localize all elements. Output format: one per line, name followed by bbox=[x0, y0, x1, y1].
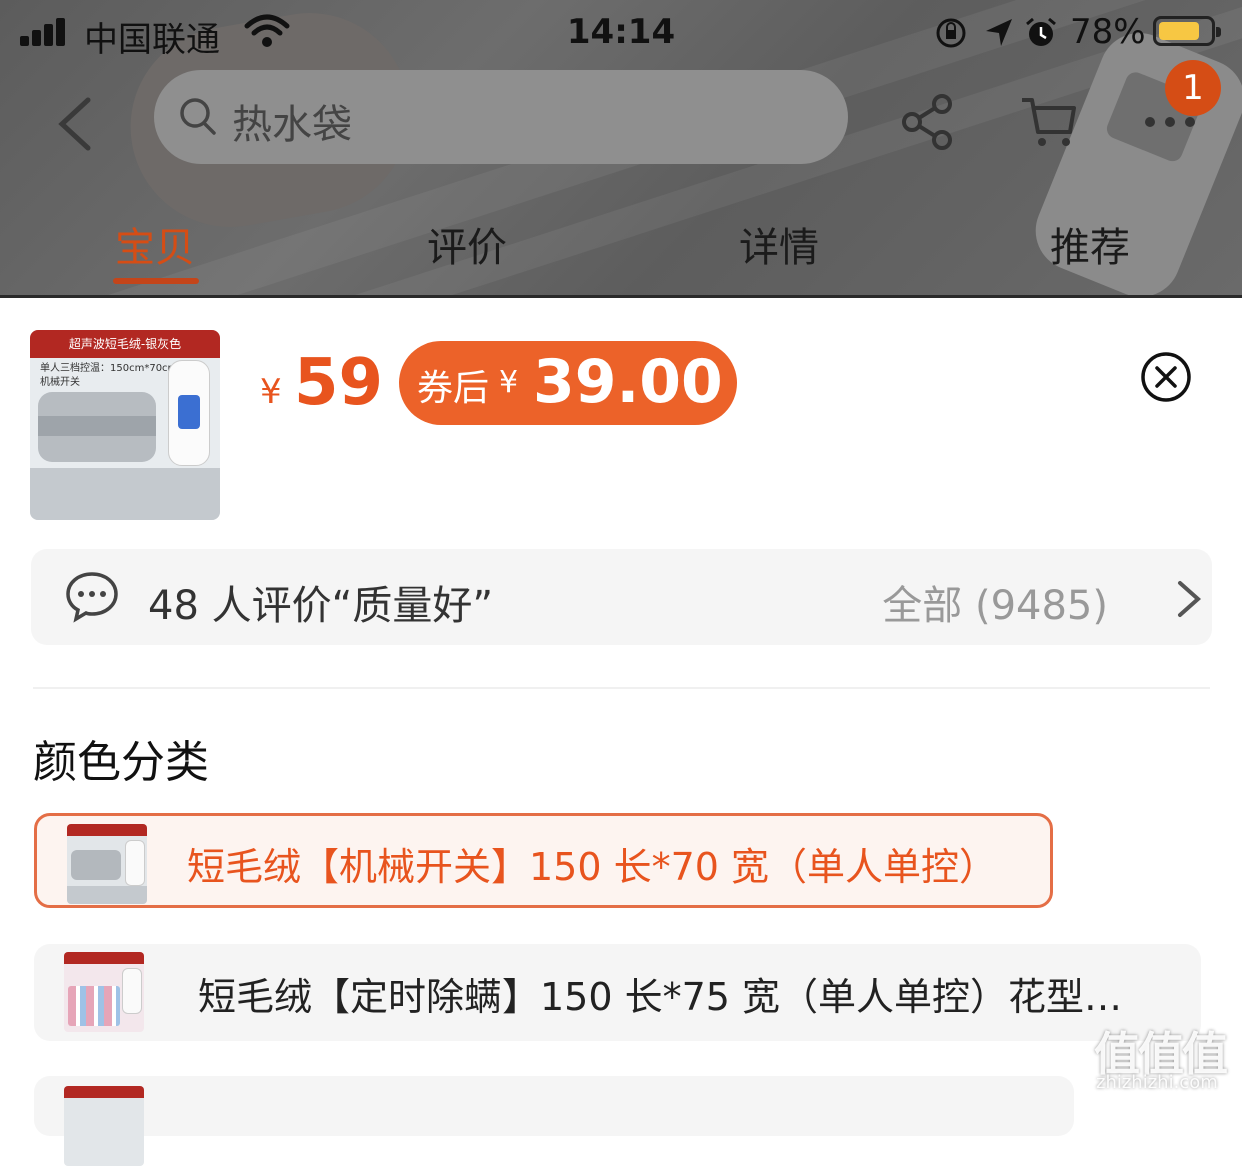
color-option-2[interactable]: 短毛绒【定时除螨】150 长*75 宽（单人单控）花型… bbox=[34, 944, 1201, 1041]
review-summary-bar[interactable]: 48 人评价“质量好” 全部 (9485) bbox=[31, 549, 1212, 645]
location-arrow-icon bbox=[986, 19, 1012, 46]
option-thumbnail bbox=[64, 952, 144, 1032]
tab-details[interactable]: 详情 bbox=[739, 215, 819, 273]
search-placeholder: 热水袋 bbox=[232, 102, 352, 148]
tab-baobei[interactable]: 宝贝 bbox=[115, 215, 195, 273]
price-currency: ¥ bbox=[260, 372, 282, 412]
option-label: 短毛绒【定时除螨】150 长*75 宽（单人单控）花型… bbox=[198, 975, 1123, 1019]
section-title-color: 颜色分类 bbox=[33, 737, 209, 788]
watermark-url: zhizhizhi.com bbox=[1096, 1072, 1218, 1093]
search-icon bbox=[180, 98, 216, 135]
product-thumbnail[interactable]: 超声波短毛绒-银灰色 单人三档控温：150cm*70cm 机械开关 bbox=[30, 330, 220, 520]
option-label: 短毛绒【机械开关】150 长*70 宽（单人单控） bbox=[187, 845, 998, 889]
chevron-right-icon bbox=[1178, 581, 1202, 617]
review-highlight: 48 人评价“质量好” bbox=[148, 583, 494, 629]
coupon-price-badge: 券后 ¥ 39.00 bbox=[399, 341, 737, 425]
share-icon[interactable] bbox=[898, 92, 958, 152]
color-option-3[interactable] bbox=[34, 1076, 1074, 1166]
all-reviews-count: 全部 (9485) bbox=[882, 583, 1108, 629]
active-tab-indicator bbox=[113, 278, 199, 284]
thumb-caption-switch: 机械开关 bbox=[40, 377, 80, 388]
back-arrow-icon[interactable] bbox=[52, 96, 102, 152]
search-bar[interactable]: 热水袋 bbox=[154, 70, 848, 164]
tab-recommend[interactable]: 推荐 bbox=[1050, 215, 1130, 273]
divider bbox=[33, 687, 1210, 689]
section-tabs: 宝贝 评价 详情 推荐 bbox=[0, 215, 1242, 285]
coupon-label: 券后 bbox=[417, 368, 490, 409]
cart-icon[interactable] bbox=[1018, 92, 1078, 152]
battery-percent: 78% bbox=[1070, 12, 1146, 52]
battery-icon bbox=[1153, 16, 1221, 46]
thumb-banner: 超声波短毛绒-银灰色 bbox=[30, 330, 220, 358]
orientation-lock-icon bbox=[936, 18, 966, 48]
thumb-caption-size: 单人三档控温：150cm*70cm bbox=[40, 363, 178, 374]
chat-bubble-icon bbox=[66, 572, 118, 623]
watermark: 值值值 zhizhizhi.com bbox=[1090, 1018, 1240, 1098]
price: 59 bbox=[294, 346, 384, 420]
coupon-price: 39.00 bbox=[533, 347, 723, 417]
cart-count-badge: 1 bbox=[1165, 60, 1221, 116]
option-thumbnail bbox=[64, 1086, 144, 1166]
color-option-1[interactable]: 短毛绒【机械开关】150 长*70 宽（单人单控） bbox=[34, 813, 1053, 908]
status-bar: 中国联通 14:14 78% bbox=[0, 0, 1242, 64]
coupon-currency: ¥ bbox=[499, 365, 519, 400]
tab-reviews[interactable]: 评价 bbox=[427, 215, 507, 273]
close-icon[interactable] bbox=[1140, 351, 1192, 403]
option-thumbnail bbox=[67, 824, 147, 904]
alarm-icon bbox=[1026, 17, 1056, 46]
